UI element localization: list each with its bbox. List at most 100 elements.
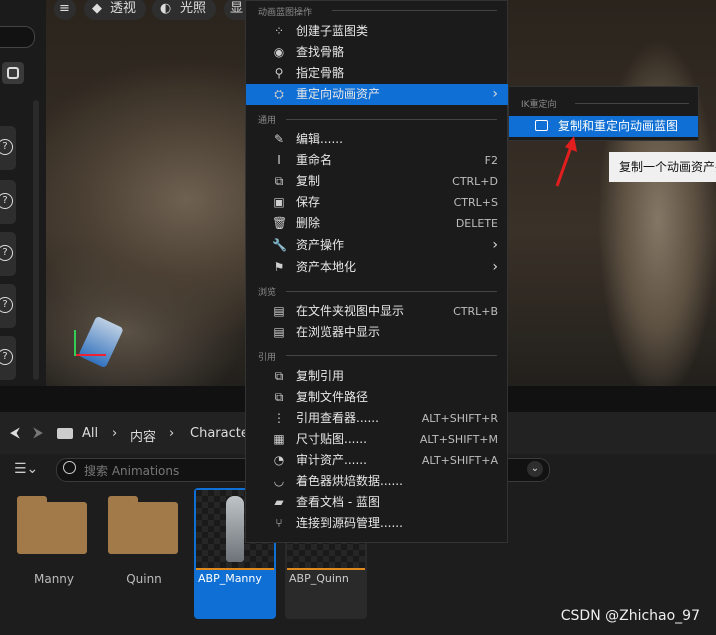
rename-icon: I xyxy=(277,153,281,167)
question-icon: ? xyxy=(0,297,13,313)
save-icon: ▣ xyxy=(273,195,285,209)
breadcrumb-content[interactable]: 内容 xyxy=(130,426,156,445)
menu-connect-source-control[interactable]: ⑂ 连接到源码管理...... xyxy=(246,513,508,534)
help-button[interactable]: ? xyxy=(0,180,16,224)
context-menu: 动画蓝图操作 ⁘ 创建子蓝图类 ◉ 查找骨骼 ⚲ 指定骨骼 ⛭ 重定向动画资产 › 通用 … xyxy=(245,0,508,543)
menu-duplicate-retarget[interactable]: 复制和重定向动画蓝图 xyxy=(509,116,698,137)
audit-icon: ◔ xyxy=(273,453,285,467)
skeleton-icon: ⚲ xyxy=(274,66,284,80)
perspective-button[interactable]: ◆ 透视 xyxy=(84,0,146,20)
folder-icon xyxy=(57,428,73,439)
watermark: CSDN @Zhichao_97 xyxy=(560,608,700,624)
copy-icon: ⧉ xyxy=(274,390,284,404)
menu-show-in-folder[interactable]: ▤ 在文件夹视图中显示 CTRL+B xyxy=(246,301,508,322)
folder-quinn[interactable] xyxy=(108,496,178,554)
back-arrow-icon[interactable]: ⮜ xyxy=(10,425,20,441)
menu-delete[interactable]: 🗑 删除 DELETE xyxy=(246,213,508,234)
chevron-right-icon: › xyxy=(492,237,498,253)
menu-edit[interactable]: ✎ 编辑...... xyxy=(246,129,508,150)
chevron-right-icon: › xyxy=(492,259,498,275)
section-anim-bp: 动画蓝图操作 xyxy=(258,8,313,18)
asset-type-stripe xyxy=(287,568,365,570)
menu-duplicate[interactable]: ⧉ 复制 CTRL+D xyxy=(246,171,508,192)
shader-icon: ◡ xyxy=(273,474,285,488)
search-icon xyxy=(63,461,76,474)
filter-icon[interactable]: ☰⌄ xyxy=(14,461,38,477)
breadcrumb-separator: › xyxy=(112,426,118,441)
asset-label: ABP_Manny xyxy=(198,572,262,585)
lighting-icon: ◐ xyxy=(160,1,172,16)
menu-asset-localization[interactable]: ⚑ 资产本地化 › xyxy=(246,257,508,278)
menu-copy-reference[interactable]: ⧉ 复制引用 xyxy=(246,366,508,387)
question-icon: ? xyxy=(0,349,13,365)
asset-label: ABP_Quinn xyxy=(289,572,349,585)
tooltip: 复制一个动画资产并 xyxy=(609,152,716,182)
divider xyxy=(286,355,497,356)
menu-assign-skeleton[interactable]: ⚲ 指定骨骼 xyxy=(246,63,508,84)
menu-show-in-browser[interactable]: ▤ 在浏览器中显示 xyxy=(246,322,508,343)
perspective-label: 透视 xyxy=(110,1,137,16)
lighting-button[interactable]: ◐ 光照 xyxy=(152,0,216,20)
search-placeholder: 搜索 Animations xyxy=(84,464,180,478)
reference-viewer-icon: ⋮ xyxy=(273,411,285,425)
menu-rename[interactable]: I 重命名 F2 xyxy=(246,150,508,171)
menu-view-docs[interactable]: ▰ 查看文档 - 蓝图 xyxy=(246,492,508,513)
menu-copy-file-path[interactable]: ⧉ 复制文件路径 xyxy=(246,387,508,408)
annotation-arrow xyxy=(555,136,577,187)
menu-save[interactable]: ▣ 保存 CTRL+S xyxy=(246,192,508,213)
panel-search-field[interactable] xyxy=(0,26,35,48)
help-button[interactable]: ? xyxy=(0,336,16,380)
help-button[interactable]: ? xyxy=(0,232,16,276)
question-icon: ? xyxy=(0,193,13,209)
hamburger-icon: ≡ xyxy=(59,1,70,16)
breadcrumb-separator: › xyxy=(169,426,175,441)
panel-scrollbar[interactable] xyxy=(33,100,39,380)
folder-search-icon: ▤ xyxy=(273,325,285,339)
help-button[interactable]: ? xyxy=(0,284,16,328)
question-icon: ? xyxy=(0,139,13,155)
folder-label: Quinn xyxy=(126,572,162,586)
menu-create-child[interactable]: ⁘ 创建子蓝图类 xyxy=(246,21,508,42)
trash-icon: 🗑 xyxy=(272,216,288,230)
menu-retarget-anim[interactable]: ⛭ 重定向动画资产 › xyxy=(246,84,508,105)
duplicate-icon: ⧉ xyxy=(274,174,284,188)
asset-type-stripe xyxy=(196,568,274,570)
question-icon: ? xyxy=(0,245,13,261)
retarget-anim-icon xyxy=(535,120,548,131)
divider xyxy=(286,119,497,120)
flag-icon: ⚑ xyxy=(273,260,285,274)
menu-asset-actions[interactable]: 🔧 资产操作 › xyxy=(246,235,508,256)
x-axis-gizmo xyxy=(74,354,106,356)
light-actor[interactable] xyxy=(78,315,124,369)
size-map-icon: ▦ xyxy=(273,432,285,446)
menu-shader-cook[interactable]: ◡ 着色器烘焙数据...... xyxy=(246,471,508,492)
blueprint-icon: ⁘ xyxy=(273,24,285,38)
cube-icon: ◆ xyxy=(92,1,102,16)
breadcrumb-all[interactable]: All xyxy=(82,426,98,441)
section-ik-retarget: IK重定向 xyxy=(521,100,557,110)
menu-find-skeleton[interactable]: ◉ 查找骨骼 xyxy=(246,42,508,63)
retarget-submenu: IK重定向 复制和重定向动画蓝图 xyxy=(508,86,699,141)
divider xyxy=(286,291,497,292)
details-panel: ? ? ? ? ? xyxy=(0,0,46,386)
section-browse: 浏览 xyxy=(258,288,277,298)
divider xyxy=(332,10,497,11)
section-common: 通用 xyxy=(258,116,277,126)
wrench-icon: 🔧 xyxy=(272,238,287,252)
forward-arrow-icon[interactable]: ⮞ xyxy=(33,425,43,441)
chevron-right-icon: › xyxy=(492,86,498,102)
find-icon: ◉ xyxy=(273,45,285,59)
help-button[interactable]: ? xyxy=(0,126,16,170)
source-control-icon: ⑂ xyxy=(275,516,283,530)
docs-icon: ▰ xyxy=(274,495,284,509)
divider xyxy=(575,103,689,104)
menu-size-map[interactable]: ▦ 尺寸贴图...... ALT+SHIFT+M xyxy=(246,429,508,450)
z-axis-gizmo xyxy=(74,330,76,356)
folder-manny[interactable] xyxy=(17,496,87,554)
menu-audit-assets[interactable]: ◔ 审计资产...... ALT+SHIFT+A xyxy=(246,450,508,471)
panel-settings-button[interactable] xyxy=(2,62,24,84)
menu-reference-viewer[interactable]: ⋮ 引用查看器...... ALT+SHIFT+R xyxy=(246,408,508,429)
dropdown-icon[interactable]: ⌄ xyxy=(527,461,543,477)
mannequin-figure xyxy=(226,496,244,562)
folder-label: Manny xyxy=(33,572,75,586)
